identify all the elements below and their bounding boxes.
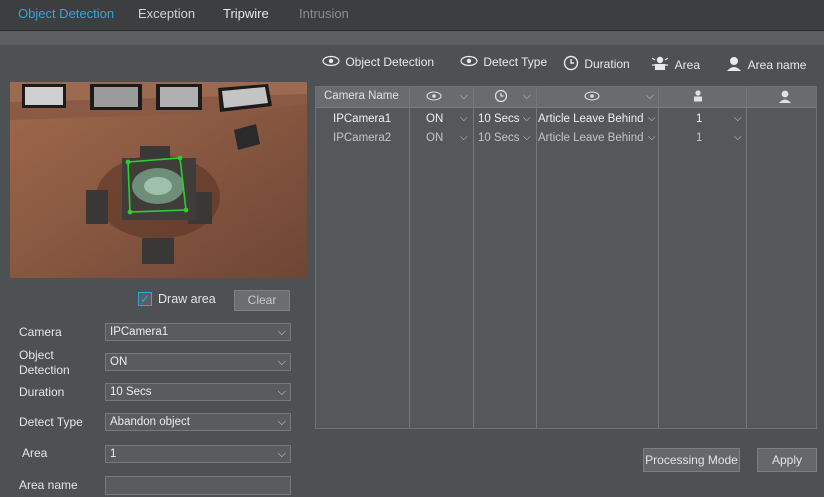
col-camera-name: Camera Name — [324, 90, 399, 102]
legend-duration: Duration — [563, 55, 630, 71]
chevron-down-icon[interactable]: ⌵ — [734, 132, 742, 143]
legend-area-label: Area — [674, 58, 701, 72]
area-select[interactable]: 1 ⌵ — [105, 445, 291, 463]
chevron-down-icon: ⌵ — [277, 448, 286, 460]
chevron-down-icon: ⌵ — [277, 386, 286, 398]
tab-exception[interactable]: Exception — [138, 6, 195, 21]
object-detection-select[interactable]: ON ⌵ — [105, 353, 291, 371]
col-area-name-icon — [778, 89, 792, 104]
row-camera-name: IPCamera2 — [333, 132, 392, 144]
camera-select-value: IPCamera1 — [110, 326, 169, 338]
chevron-down-icon[interactable]: ⌵ — [523, 113, 531, 124]
area-name-input[interactable] — [105, 476, 291, 495]
apply-button[interactable]: Apply — [757, 448, 817, 472]
tab-tripwire[interactable]: Tripwire — [223, 6, 269, 21]
col-detection-icon[interactable] — [426, 91, 442, 101]
row-area-value[interactable]: 1 — [696, 113, 702, 125]
object-detection-settings-window: Object Detection Exception Tripwire Intr… — [0, 0, 824, 497]
legend-object-detection-label: Object Detection — [345, 55, 435, 69]
area-icon — [651, 56, 669, 70]
chevron-down-icon: ⌵ — [277, 326, 286, 338]
camera-label: Camera — [19, 325, 62, 339]
processing-mode-button[interactable]: Processing Mode — [643, 448, 740, 472]
table-row[interactable]: IPCamera2 ON ⌵ 10 Secs ⌵ Article Leave B… — [316, 130, 816, 149]
detect-type-select[interactable]: Abandon object ⌵ — [105, 413, 291, 431]
detect-type-label: Detect Type — [19, 415, 83, 429]
row-detect-type-value[interactable]: Article Leave Behind — [538, 113, 643, 125]
detect-type-icon — [460, 55, 478, 67]
row-detection-value[interactable]: ON — [426, 132, 443, 144]
duration-select-value: 10 Secs — [110, 386, 152, 398]
detect-type-icon — [584, 91, 600, 101]
object-detection-icon — [426, 91, 442, 101]
clear-button[interactable]: Clear — [234, 290, 290, 311]
legend-area-name-label: Area name — [747, 58, 807, 72]
area-select-value: 1 — [110, 448, 117, 460]
table-row[interactable]: IPCamera1 ON ⌵ 10 Secs ⌵ Article Leave B… — [316, 111, 816, 130]
area-label: Area — [22, 446, 48, 460]
area-icon — [694, 90, 702, 102]
chevron-down-icon[interactable]: ⌵ — [648, 132, 656, 143]
row-camera-name: IPCamera1 — [333, 113, 392, 125]
object-detection-label-line1: Object — [19, 348, 54, 362]
area-name-label: Area name — [19, 478, 78, 492]
legend-object-detection: Object Detection — [322, 55, 434, 69]
duration-select[interactable]: 10 Secs ⌵ — [105, 383, 291, 401]
legend-duration-label: Duration — [584, 57, 630, 71]
user-icon — [727, 57, 741, 71]
legend-detect-type-label: Detect Type — [483, 55, 548, 69]
table-header: Camera Name ⌵ ⌵ ⌵ — [316, 87, 816, 108]
object-detection-icon — [322, 55, 340, 67]
header-band — [0, 31, 824, 45]
chevron-down-icon[interactable]: ⌵ — [460, 113, 468, 124]
tab-object-detection[interactable]: Object Detection — [18, 6, 114, 21]
chevron-down-icon[interactable]: ⌵ — [646, 91, 654, 102]
row-area-value[interactable]: 1 — [696, 132, 702, 144]
draw-area-checkbox[interactable]: ✓ — [138, 292, 152, 306]
chevron-down-icon[interactable]: ⌵ — [460, 91, 468, 102]
object-detection-select-value: ON — [110, 356, 128, 368]
legend-area: Area — [650, 55, 700, 73]
col-detect-type-icon[interactable] — [584, 91, 600, 101]
legend-detect-type: Detect Type — [460, 55, 547, 69]
chevron-down-icon[interactable]: ⌵ — [460, 132, 468, 143]
row-detect-type-value[interactable]: Article Leave Behind — [538, 132, 643, 144]
row-detection-value[interactable]: ON — [426, 113, 443, 125]
detect-type-select-value: Abandon object — [110, 416, 190, 428]
camera-settings-table: Camera Name ⌵ ⌵ ⌵ IPCamera1 ON ⌵ 10 Secs… — [315, 86, 817, 429]
camera-preview[interactable] — [10, 82, 307, 278]
chevron-down-icon[interactable]: ⌵ — [523, 132, 531, 143]
duration-label: Duration — [19, 385, 65, 399]
chevron-down-icon[interactable]: ⌵ — [734, 113, 742, 124]
user-icon — [779, 90, 791, 103]
tab-bar: Object Detection Exception Tripwire Intr… — [0, 0, 824, 31]
chevron-down-icon: ⌵ — [277, 416, 286, 428]
chevron-down-icon[interactable]: ⌵ — [523, 91, 531, 102]
draw-area-label: Draw area — [158, 292, 216, 306]
col-area-icon — [690, 89, 706, 104]
row-duration-value[interactable]: 10 Secs — [478, 132, 520, 144]
clock-icon — [563, 55, 579, 71]
clock-icon — [494, 89, 508, 103]
tab-intrusion[interactable]: Intrusion — [299, 6, 349, 21]
object-detection-label-line2: Detection — [19, 363, 70, 377]
row-duration-value[interactable]: 10 Secs — [478, 113, 520, 125]
legend-area-name: Area name — [725, 55, 806, 73]
camera-select[interactable]: IPCamera1 ⌵ — [105, 323, 291, 341]
chevron-down-icon: ⌵ — [277, 356, 286, 368]
col-duration-icon[interactable] — [494, 89, 508, 103]
preview-scene-image — [10, 82, 307, 278]
chevron-down-icon[interactable]: ⌵ — [648, 113, 656, 124]
